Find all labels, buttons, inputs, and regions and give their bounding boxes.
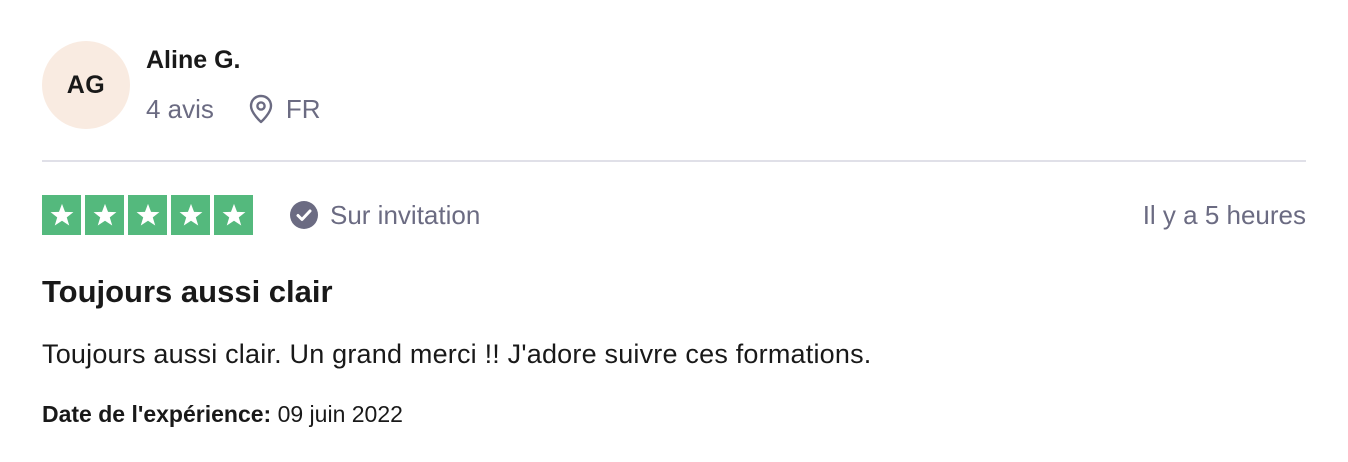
star-rating: [42, 195, 253, 235]
review-body: Toujours aussi clair. Un grand merci !! …: [42, 339, 872, 369]
experience-date-value: 09 juin 2022: [277, 401, 403, 427]
verification-text: Sur invitation: [330, 199, 481, 230]
star-icon: [85, 195, 124, 235]
reviewer-meta: 4 avis FR: [146, 93, 321, 125]
check-circle-icon: [290, 201, 318, 229]
star-icon: [171, 195, 210, 235]
review-card: AG Aline G. 4 avis FR Sur invitation Il …: [42, 0, 1306, 462]
location-pin-icon: [248, 94, 274, 124]
star-icon: [128, 195, 167, 235]
avatar-initials: AG: [66, 70, 106, 99]
verification-label[interactable]: Sur invitation: [290, 199, 480, 231]
reviewer-country: FR: [285, 93, 321, 124]
star-icon: [214, 195, 253, 235]
avatar[interactable]: AG: [42, 41, 130, 129]
review-title[interactable]: Toujours aussi clair: [42, 274, 333, 310]
experience-date-label: Date de l'expérience:: [42, 401, 272, 427]
review-time: Il y a 5 heures: [1142, 200, 1306, 230]
star-icon: [42, 195, 81, 235]
divider: [42, 160, 1306, 162]
experience-date: Date de l'expérience: 09 juin 2022: [42, 401, 403, 428]
review-count: 4 avis: [146, 93, 214, 124]
reviewer-name-link[interactable]: Aline G.: [146, 46, 240, 75]
